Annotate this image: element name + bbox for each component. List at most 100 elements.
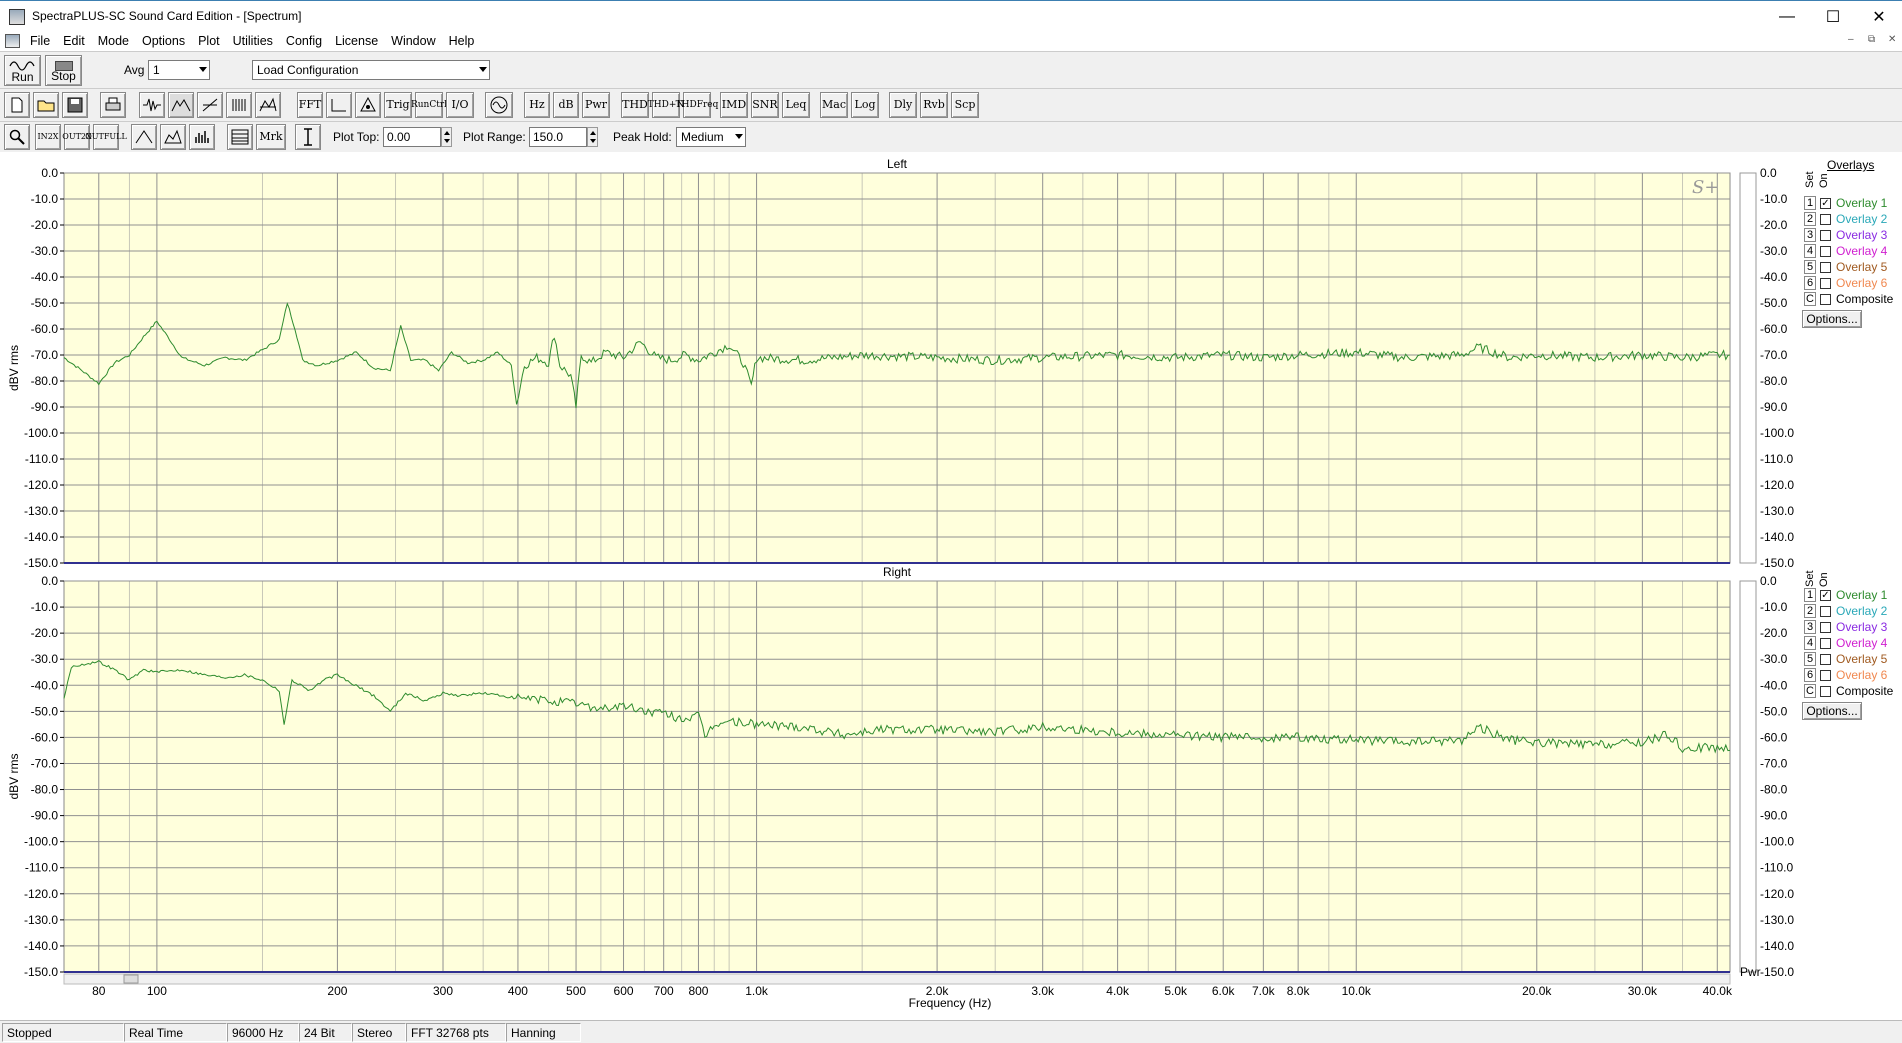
fft-button[interactable]: FFT [297,92,323,118]
reverb-button[interactable]: Rvb [920,92,948,118]
run-button[interactable]: Run [4,55,41,86]
overlay-checkbox[interactable] [1820,622,1831,633]
leq-button[interactable]: Leq [782,92,810,118]
mdi-minimize-button[interactable]: – [1848,34,1854,45]
run-control-button[interactable]: Run Ctrl [411,92,447,118]
overlay-set-button[interactable]: 2 [1804,604,1816,618]
menu-edit[interactable]: Edit [63,34,85,48]
save-button[interactable] [62,92,88,118]
overlay-checkbox[interactable] [1820,214,1831,225]
filled-plot-button[interactable] [160,124,186,150]
menu-file[interactable]: File [30,34,50,48]
open-file-button[interactable] [33,92,59,118]
minimize-button[interactable]: — [1764,1,1810,32]
zoom-in-2x-button[interactable]: IN 2X [35,124,61,150]
plot-range-spinner[interactable] [587,127,598,147]
line-plot-button[interactable] [131,124,157,150]
overlay-checkbox[interactable] [1820,246,1831,257]
overlay-checkbox[interactable] [1820,294,1831,305]
waveform-icon [143,98,161,112]
configuration-select[interactable]: Load Configuration [252,60,490,80]
cursor-button[interactable] [295,124,321,150]
menu-window[interactable]: Window [391,34,435,48]
new-file-button[interactable] [4,92,30,118]
horizontal-scrollbar[interactable] [63,973,1731,985]
overlay-set-button[interactable]: 3 [1804,620,1816,634]
print-button[interactable] [100,92,126,118]
menu-utilities[interactable]: Utilities [233,34,273,48]
overlay-checkbox[interactable] [1820,654,1831,665]
scrollbar-thumb[interactable] [123,974,139,984]
macro-button[interactable]: Mac [820,92,848,118]
x-tick-label: 200 [327,984,347,998]
zoom-button[interactable] [4,124,30,150]
marker-button[interactable]: Mrk [256,124,286,150]
trigger-button[interactable]: Trig [384,92,412,118]
calibration-button[interactable] [355,92,381,118]
thd-freq-button[interactable]: THD Freq [676,92,718,118]
overlay-checkbox[interactable] [1820,606,1831,617]
overlay-checkbox[interactable]: ✓ [1820,590,1831,601]
overlay-set-button[interactable]: 4 [1804,636,1816,650]
io-button[interactable]: I/O [446,92,474,118]
phase-button[interactable] [197,92,223,118]
menu-mode[interactable]: Mode [98,34,129,48]
overlay-checkbox[interactable] [1820,230,1831,241]
overlay-set-button[interactable]: 6 [1804,276,1816,290]
spectrum-plots[interactable]: Left 0.0 0.0 -10.0 -10.0 -20.0 -20.0 -30.0 -30.0… [0,152,1902,1020]
maximize-button[interactable]: ☐ [1810,1,1856,32]
imd-button[interactable]: IMD [720,92,748,118]
menu-help[interactable]: Help [449,34,475,48]
spectrogram-button[interactable] [226,92,252,118]
hz-button[interactable]: Hz [524,92,550,118]
plot-range-input[interactable]: 150.0 [529,127,587,147]
bar-plot-button[interactable] [189,124,215,150]
overlay-set-button[interactable]: 5 [1804,652,1816,666]
overlay-set-button[interactable]: 1 [1804,196,1816,210]
overlay-set-button[interactable]: 5 [1804,260,1816,274]
overlay-set-button[interactable]: 3 [1804,228,1816,242]
snr-button[interactable]: SNR [751,92,779,118]
menu-config[interactable]: Config [286,34,322,48]
overlay-checkbox[interactable] [1820,278,1831,289]
menu-license[interactable]: License [335,34,378,48]
document-icon[interactable] [5,34,20,48]
avg-select[interactable]: 1 [148,60,210,80]
overlay-checkbox[interactable]: ✓ [1820,198,1831,209]
overlay-set-button[interactable]: 2 [1804,212,1816,226]
overlay-options-button[interactable]: Options... [1802,310,1862,328]
overlay-set-button[interactable]: 1 [1804,588,1816,602]
overlay-checkbox[interactable] [1820,262,1831,273]
menu-plot[interactable]: Plot [198,34,220,48]
scope-button[interactable]: Scp [951,92,979,118]
zoom-out-full-button[interactable]: OUT FULL [85,124,127,150]
averaging-button[interactable] [326,92,352,118]
plot-area: Left 0.0 0.0 -10.0 -10.0 -20.0 -20.0 -30.0 -30.0… [0,152,1902,1020]
log-button[interactable]: Log [851,92,879,118]
waveform-button[interactable] [139,92,165,118]
mdi-restore-button[interactable]: ⧉ [1868,34,1875,45]
plot-top-input[interactable]: 0.00 [383,127,441,147]
table-button[interactable] [227,124,253,150]
thd-button[interactable]: THD [621,92,649,118]
mdi-close-button[interactable]: ✕ [1888,34,1896,45]
overlay-checkbox[interactable] [1820,670,1831,681]
signal-generator-button[interactable] [485,92,513,118]
spectrum-button[interactable] [168,92,194,118]
stop-button[interactable]: Stop [45,55,82,86]
overlay-checkbox[interactable] [1820,686,1831,697]
plot-top-spinner[interactable] [441,127,452,147]
db-button[interactable]: dB [553,92,579,118]
overlay-set-button[interactable]: 6 [1804,668,1816,682]
overlay-options-button[interactable]: Options... [1802,702,1862,720]
peak-hold-select[interactable]: Medium [676,127,746,147]
power-button[interactable]: Pwr [582,92,610,118]
overlay-checkbox[interactable] [1820,638,1831,649]
overlay-set-button[interactable]: 4 [1804,244,1816,258]
overlay-set-button[interactable]: C [1804,684,1816,698]
delay-button[interactable]: Dly [889,92,917,118]
menu-options[interactable]: Options [142,34,185,48]
close-button[interactable]: ✕ [1856,1,1902,32]
3d-surface-button[interactable] [255,92,281,118]
overlay-set-button[interactable]: C [1804,292,1816,306]
